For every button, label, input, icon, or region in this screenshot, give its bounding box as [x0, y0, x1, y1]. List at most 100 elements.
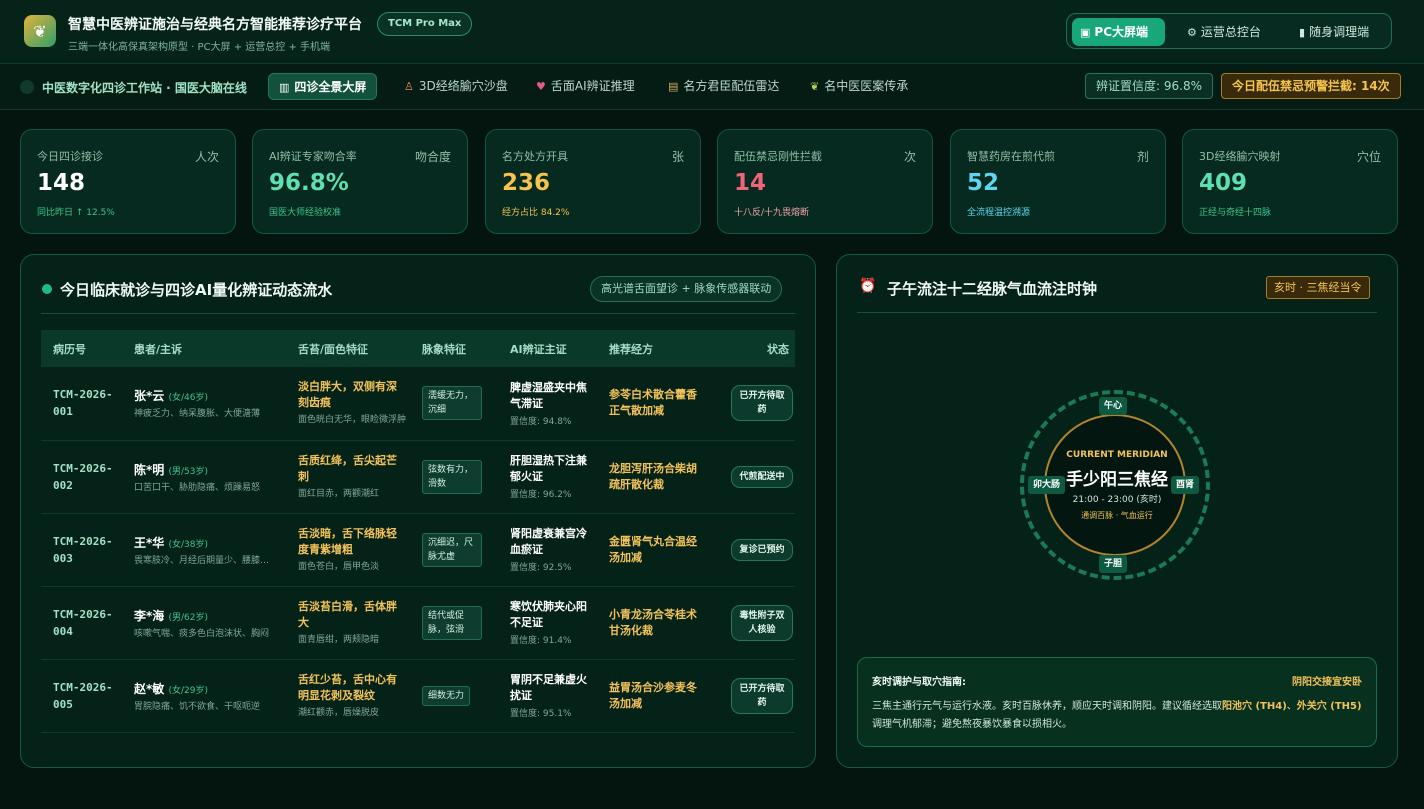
- recommended-formula[interactable]: 龙胆泻肝汤合柴胡疏肝散化裁: [609, 461, 699, 493]
- recommended-formula[interactable]: 小青龙汤合苓桂术甘汤化裁: [609, 607, 699, 639]
- current-hour-badge: 亥时 · 三焦经当令: [1266, 276, 1370, 299]
- record-id[interactable]: TCM-2026-002: [53, 460, 113, 494]
- col-patient: 患者/主诉: [122, 330, 286, 367]
- face-feature: 面色晄白无华，眼睑微浮肿: [298, 415, 407, 426]
- mode-switcher: ▣ PC大屏端 ⚙ 运营总控台 ▮ 随身调理端: [1066, 13, 1392, 49]
- table-row[interactable]: TCM-2026-002 陈*明 (男/53岁) 口苦口干、胁肋隐痛、烦躁易怒 舌质红…: [41, 440, 795, 514]
- table-row[interactable]: TCM-2026-003 王*华 (女/38岁) 畏寒肢冷、月经后期量少、腰膝酸软 舌…: [41, 513, 795, 587]
- tab-panorama[interactable]: ▥ 四诊全景大屏: [268, 73, 378, 100]
- current-meridian-time: 21:00 - 23:00 (亥时): [1072, 495, 1162, 505]
- patient-name: 王*华 (女/38岁): [134, 535, 208, 550]
- col-record-id: 病历号: [41, 330, 122, 367]
- mode-pc-screen[interactable]: ▣ PC大屏端: [1072, 18, 1165, 46]
- clock-face: CURRENT MERIDIAN 手少阳三焦经 21:00 - 23:00 (亥…: [1044, 414, 1186, 556]
- tongue-feature: 舌红少苔，舌中心有明显花剥及裂纹: [298, 672, 397, 702]
- recommended-formula[interactable]: 参苓白术散合藿香正气散加减: [609, 387, 699, 419]
- face-feature: 潮红颧赤，唇燥脱皮: [298, 707, 380, 718]
- chart-icon: ▥: [279, 81, 290, 94]
- stat-label: 3D经络腧穴映射: [1199, 150, 1281, 163]
- app-title: 智慧中医辨证施治与经典名方智能推荐诊疗平台: [68, 17, 362, 33]
- col-syndrome: AI辨证主证: [498, 330, 597, 367]
- figure-icon: ♙: [404, 80, 414, 93]
- record-id[interactable]: TCM-2026-003: [53, 533, 113, 567]
- hour-tag-mao[interactable]: 卯大肠: [1028, 476, 1066, 494]
- record-id[interactable]: TCM-2026-004: [53, 606, 113, 640]
- tongue-feature: 舌质红绛，舌尖起芒刺: [298, 453, 397, 483]
- table-row[interactable]: TCM-2026-001 张*云 (女/46岁) 神疲乏力、纳呆腹胀、大便溏薄 淡白胖…: [41, 367, 795, 441]
- recommended-formula[interactable]: 益胃汤合沙参麦冬汤加减: [609, 680, 699, 712]
- clinic-panel: 今日临床就诊与四诊AI量化辨证动态流水 高光谱舌面望诊 + 脉象传感器联动 病历…: [20, 254, 816, 768]
- stat-sub: 全流程温控溯源: [967, 208, 1031, 218]
- tongue-feature: 舌淡暗，舌下络脉轻度青紫增粗: [298, 526, 397, 556]
- stat-sub: 十八反/十九畏熔断: [734, 208, 810, 218]
- status-badge[interactable]: 复诊已预约: [731, 538, 793, 561]
- stat-card-visits: 今日四诊接诊 人次 148 同比昨日 ↑ 12.5%: [20, 129, 236, 234]
- record-id[interactable]: TCM-2026-001: [53, 386, 113, 420]
- tab-tongue-ai[interactable]: ♥ 舌面AI辨证推理: [526, 73, 645, 100]
- mode-mobile[interactable]: ▮ 随身调理端: [1291, 18, 1377, 46]
- pulse-tag: 结代或促脉，弦滑: [422, 605, 482, 640]
- pulse-tag: 濡缓无力，沉细: [422, 386, 482, 421]
- stat-label: 智慧药房在煎代煎: [967, 150, 1055, 163]
- status-badge[interactable]: 已开方待取药: [731, 385, 793, 422]
- gear-icon: ⚙: [1187, 26, 1197, 39]
- patient-name: 李*海 (男/62岁): [134, 608, 208, 623]
- patient-meta: (男/53岁): [168, 466, 208, 477]
- stat-label: 配伍禁忌刚性拦截: [734, 150, 822, 163]
- status-dot: [20, 80, 34, 94]
- stat-unit: 张: [671, 150, 684, 164]
- sensor-link-button[interactable]: 高光谱舌面望诊 + 脉象传感器联动: [590, 276, 783, 302]
- meridian-panel-title: 子午流注十二经脉气血流注时钟: [887, 280, 1098, 298]
- recommended-formula[interactable]: 金匮肾气丸合温经汤加减: [609, 534, 699, 566]
- face-feature: 面青唇绀，两颊隐暗: [298, 634, 380, 645]
- guide-tag: 阴阳交接宜安卧: [1292, 677, 1362, 688]
- patient-meta: (女/46岁): [168, 393, 208, 404]
- meridian-panel: ⏰ 子午流注十二经脉气血流注时钟 亥时 · 三焦经当令 CURRENT MERI…: [836, 254, 1398, 768]
- tongue-icon: ♥: [536, 80, 546, 93]
- current-meridian-name: 手少阳三焦经: [1066, 470, 1168, 490]
- hour-tag-wu[interactable]: 午心: [1099, 397, 1128, 415]
- patient-meta: (男/62岁): [168, 612, 208, 623]
- ai-syndrome: 寒饮伏肺夹心阳不足证: [510, 600, 587, 629]
- stat-unit: 剂: [1136, 150, 1149, 164]
- live-indicator: [42, 284, 52, 294]
- pulse-tag: 弦数有力，滑数: [422, 459, 482, 494]
- stat-unit: 次: [903, 150, 916, 164]
- mode-ops-console[interactable]: ⚙ 运营总控台: [1179, 18, 1269, 46]
- hour-tag-you[interactable]: 酉肾: [1171, 476, 1200, 494]
- patient-symptom: 口苦口干、胁肋隐痛、烦躁易怒: [134, 482, 261, 493]
- tab-meridian-sandbox[interactable]: ♙ 3D经络腧穴沙盘: [394, 73, 518, 100]
- patient-meta: (女/38岁): [168, 539, 208, 550]
- acupoint-yangchi[interactable]: 阳池穴 (TH4): [1222, 701, 1287, 712]
- syndrome-confidence: 置信度: 96.2%: [510, 490, 572, 500]
- care-guide-card: 亥时调护与取穴指南: 阴阳交接宜安卧 三焦主通行元气与运行水液。亥时百脉休养，顺…: [857, 657, 1377, 747]
- table-header-row: 病历号 患者/主诉 舌苔/面色特征 脉象特征 AI辨证主证 推荐经方 状态: [41, 330, 795, 367]
- table-row[interactable]: TCM-2026-004 李*海 (男/62岁) 咳嗽气喘、痰多色白泡沫状、胸闷 舌淡…: [41, 586, 795, 660]
- scroll-icon: ▤: [668, 80, 679, 93]
- tab-case-heritage[interactable]: ❦ 名中医医案传承: [800, 73, 918, 100]
- patient-name: 陈*明 (男/53岁): [134, 462, 208, 477]
- stat-label: 今日四诊接诊: [37, 150, 103, 163]
- col-pulse: 脉象特征: [410, 330, 498, 367]
- stat-value: 14: [734, 170, 767, 196]
- tab-formula-radar[interactable]: ▤ 名方君臣配伍雷达: [658, 73, 789, 100]
- patient-symptom: 咳嗽气喘、痰多色白泡沫状、胸闷: [134, 628, 270, 639]
- confidence-badge: 辨证置信度: 96.8%: [1085, 73, 1213, 99]
- pulse-tag: 沉细迟，尺脉尤虚: [422, 532, 482, 567]
- syndrome-confidence: 置信度: 94.8%: [510, 416, 572, 427]
- monitor-icon: ▣: [1080, 26, 1091, 39]
- status-badge[interactable]: 已开方待取药: [731, 677, 793, 714]
- ai-syndrome: 胃阴不足兼虚火扰证: [510, 673, 587, 702]
- guide-text: 三焦主通行元气与运行水液。亥时百脉休养，顺应天时调和阴阳。建议循经选取阳池穴 (…: [872, 701, 1362, 730]
- herb-icon: ❦: [33, 21, 47, 41]
- record-id[interactable]: TCM-2026-005: [53, 679, 113, 713]
- patient-meta: (女/29岁): [168, 685, 208, 696]
- stat-sub: 经方占比 84.2%: [502, 208, 570, 218]
- acupoint-waiguan[interactable]: 外关穴 (TH5): [1297, 701, 1362, 712]
- status-badge[interactable]: 毒性附子双人核验: [731, 604, 793, 641]
- table-row[interactable]: TCM-2026-005 赵*敏 (女/29岁) 胃脘隐痛、饥不欲食、干呕呃逆 舌红少…: [41, 659, 795, 733]
- herb-icon: ❦: [810, 80, 820, 93]
- warning-badge[interactable]: 今日配伍禁忌预警拦截: 14次: [1221, 73, 1401, 99]
- hour-tag-zi[interactable]: 子胆: [1099, 555, 1128, 573]
- status-badge[interactable]: 代煎配送中: [731, 465, 793, 488]
